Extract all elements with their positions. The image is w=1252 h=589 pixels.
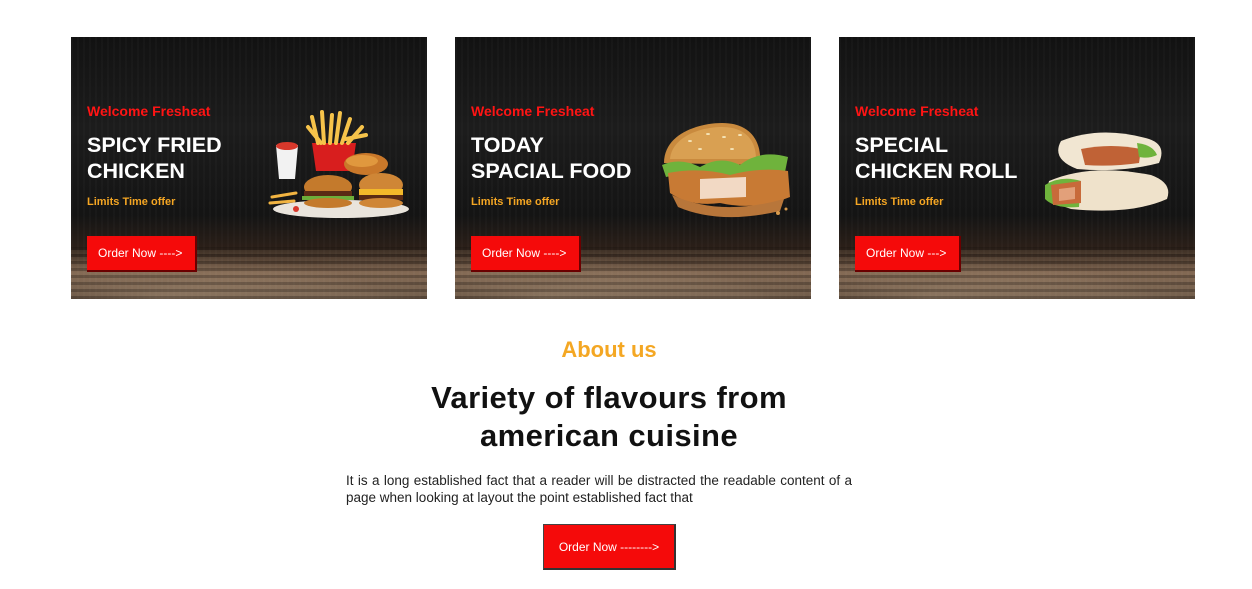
order-now-button[interactable]: Order Now ----> — [471, 236, 581, 272]
about-title-line2: american cuisine — [480, 418, 738, 453]
card-title: SPECIAL CHICKEN ROLL — [855, 132, 1017, 184]
card-offer-text: Limits Time offer — [855, 196, 944, 208]
promo-cards: Welcome Fresheat SPICY FRIED CHICKEN Lim… — [71, 37, 1196, 299]
card-title-line1: SPICY FRIED — [87, 133, 222, 157]
card-title-line1: TODAY — [471, 133, 544, 157]
promo-card-today-special-food: Welcome Fresheat TODAY SPACIAL FOOD Limi… — [455, 37, 811, 299]
card-welcome-text: Welcome Fresheat — [87, 103, 211, 119]
about-title: Variety of flavours from american cuisin… — [0, 379, 1218, 455]
card-title: SPICY FRIED CHICKEN — [87, 132, 222, 184]
burger-fries-combo-image — [268, 110, 409, 218]
card-title-line2: CHICKEN — [87, 159, 185, 183]
order-now-button[interactable]: Order Now ----> — [87, 236, 197, 272]
chicken-burger-image — [662, 123, 790, 218]
card-title-line1: SPECIAL — [855, 133, 949, 157]
card-offer-text: Limits Time offer — [87, 196, 176, 208]
about-order-now-button[interactable]: Order Now --------> — [543, 524, 676, 570]
chicken-wrap-image — [1045, 132, 1169, 211]
promo-card-special-chicken-roll: Welcome Fresheat SPECIAL CHICKEN ROLL Li… — [839, 37, 1195, 299]
about-title-line1: Variety of flavours from — [431, 380, 787, 415]
card-title-line2: CHICKEN ROLL — [855, 159, 1018, 183]
card-welcome-text: Welcome Fresheat — [471, 103, 595, 119]
card-title: TODAY SPACIAL FOOD — [471, 132, 631, 184]
promo-card-spicy-fried-chicken: Welcome Fresheat SPICY FRIED CHICKEN Lim… — [71, 37, 427, 299]
card-title-line2: SPACIAL FOOD — [471, 159, 632, 183]
order-now-button[interactable]: Order Now ---> — [855, 236, 961, 272]
about-subtitle: About us — [561, 337, 657, 362]
card-welcome-text: Welcome Fresheat — [855, 103, 979, 119]
card-offer-text: Limits Time offer — [471, 196, 560, 208]
about-description: It is a long established fact that a rea… — [346, 473, 852, 505]
